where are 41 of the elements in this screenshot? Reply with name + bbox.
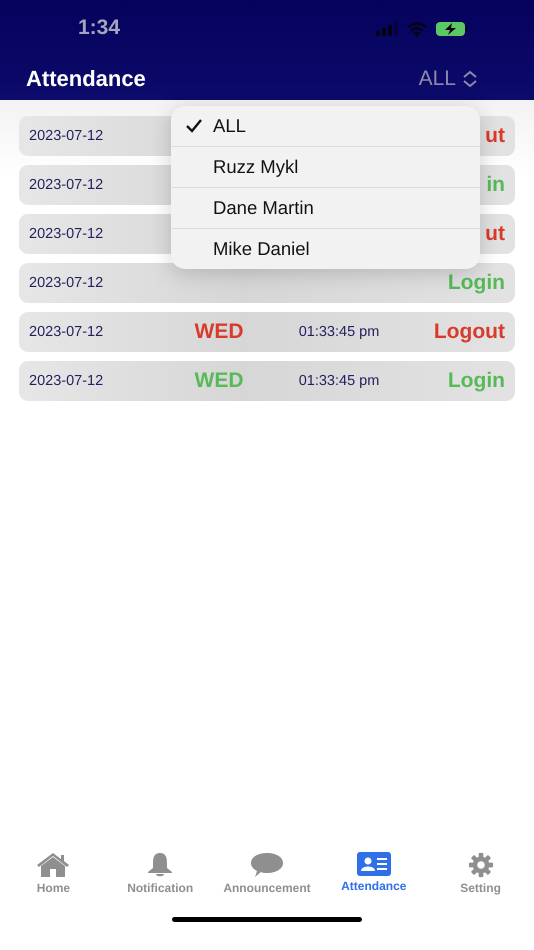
record-date: 2023-07-12 <box>29 324 104 340</box>
tab-bar-item[interactable]: Setting <box>427 852 534 895</box>
record-status: Logout <box>434 320 505 344</box>
battery-charging-icon <box>436 22 468 36</box>
signal-icon <box>376 22 398 36</box>
settings-icon <box>466 852 495 878</box>
menu-option[interactable]: Mike Daniel <box>171 229 480 269</box>
record-date: 2023-07-12 <box>29 128 104 144</box>
option-label: Mike Daniel <box>213 238 310 260</box>
record-day: WED <box>194 320 244 344</box>
id-card-icon <box>356 852 391 876</box>
record-status: Login <box>448 369 505 393</box>
home-icon <box>36 852 70 878</box>
menu-option[interactable]: Ruzz Mykl <box>171 147 480 188</box>
record-status: ut <box>485 222 505 246</box>
filter-dropdown[interactable]: ALL <box>418 67 478 91</box>
speech-bubble-icon <box>250 852 284 878</box>
record-time: 01:33:45 pm <box>298 324 380 340</box>
record-date: 2023-07-12 <box>29 226 104 242</box>
wifi-icon <box>406 21 428 37</box>
menu-option[interactable]: ALL <box>171 106 480 147</box>
menu-option[interactable]: Dane Martin <box>171 188 480 229</box>
option-label: Ruzz Mykl <box>213 156 298 178</box>
record-date: 2023-07-12 <box>29 177 104 193</box>
record-status: Login <box>448 271 505 295</box>
option-label: Dane Martin <box>213 197 314 219</box>
record-status: ut <box>485 124 505 148</box>
option-label: ALL <box>213 115 246 137</box>
record-date: 2023-07-12 <box>29 373 104 389</box>
tab-bar-item[interactable]: Notification <box>106 852 214 895</box>
record-status: in <box>486 173 505 197</box>
record-time: 01:33:45 pm <box>298 373 380 389</box>
record-date: 2023-07-12 <box>29 275 104 291</box>
tab-bar-item[interactable]: Announcement <box>214 852 320 895</box>
status-time: 1:34 <box>78 16 120 40</box>
tab-bar-item[interactable]: Attendance <box>320 852 428 895</box>
record-day: WED <box>194 369 244 393</box>
tab-bar-item[interactable]: Home <box>0 852 107 895</box>
page-title: Attendance <box>26 66 146 92</box>
chevron-updown-icon <box>462 70 478 88</box>
bell-icon <box>146 852 174 878</box>
